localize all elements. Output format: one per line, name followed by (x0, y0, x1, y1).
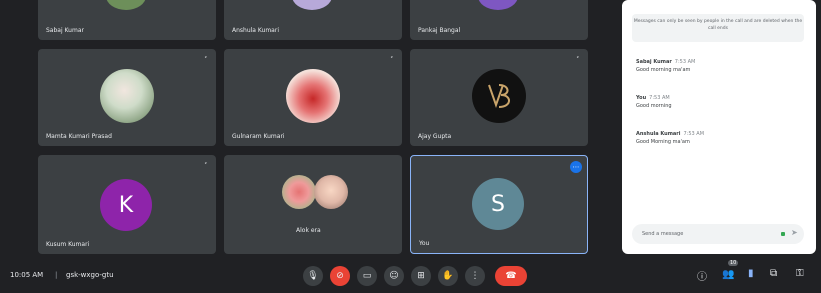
participant-name: Pankaj Bangal (418, 27, 461, 34)
participant-tile[interactable]: K ᶻ Kusum Kumari (38, 155, 216, 254)
participant-avatar (100, 69, 154, 123)
end-call-icon: ☎ (505, 271, 517, 281)
chat-input-placeholder: Send a message (642, 231, 684, 237)
message-sender: Anshula Kumari (636, 131, 681, 137)
participant-tile[interactable]: Alok era (224, 155, 402, 254)
chat-message-input[interactable]: Send a message ➤ (632, 224, 804, 244)
participant-name: Anshula Kumari (232, 27, 279, 34)
camera-toggle-button[interactable]: ⊘ (330, 266, 350, 286)
participant-tile[interactable]: Pankaj Bangal (410, 0, 588, 40)
participant-name: Kusum Kumari (46, 241, 90, 248)
participant-count-badge: 10 (728, 260, 739, 266)
participant-tile[interactable]: Anshula Kumari (224, 0, 402, 40)
meeting-code: gsk-wxgo-gtu (66, 271, 114, 279)
participant-name: Mamta Kumari Prasad (46, 133, 112, 140)
participant-avatar (478, 0, 518, 10)
participant-avatar: S (472, 178, 524, 230)
emoji-icon: ☺ (389, 271, 399, 281)
more-options-icon[interactable]: ⋯ (570, 161, 582, 173)
present-button[interactable]: ⊞ (411, 266, 431, 286)
participant-name: Gulnaram Kumari (232, 133, 285, 140)
participant-avatar (286, 69, 340, 123)
meeting-divider: | (55, 271, 58, 279)
participant-tile[interactable]: ᶻ Ajay Gupta (410, 49, 588, 146)
green-dot-icon (781, 232, 785, 236)
participant-avatar (106, 0, 146, 10)
mic-muted-icon: ᶻ (204, 161, 207, 168)
chat-message: Sabaj Kumar 7:53 AM Good morning ma'am (636, 58, 695, 74)
chat-notice: Messages can only be seen by people in t… (632, 14, 804, 42)
raise-hand-button[interactable]: ✋ (438, 266, 458, 286)
microphone-icon: 🎙 (307, 271, 319, 281)
send-icon[interactable]: ➤ (791, 228, 798, 237)
message-time: 7:53 AM (649, 95, 670, 101)
participant-tile[interactable]: ᶻ Mamta Kumari Prasad (38, 49, 216, 146)
more-options-button[interactable]: ⋮ (465, 266, 485, 286)
message-sender: Sabaj Kumar (636, 59, 672, 65)
meeting-info-icon[interactable]: ⓘ (697, 268, 707, 283)
participant-name: You (419, 240, 430, 247)
mic-toggle-button[interactable]: 🎙 (303, 266, 323, 286)
more-vert-icon: ⋮ (470, 271, 480, 281)
meeting-time: 10:05 AM (10, 271, 44, 279)
leave-call-button[interactable]: ☎ (495, 266, 527, 286)
avatar-initial: S (491, 191, 505, 217)
monogram-logo (488, 84, 510, 109)
participant-avatar (472, 69, 526, 123)
chat-panel: Messages can only be seen by people in t… (622, 0, 816, 254)
participant-name: Sabaj Kumar (46, 27, 84, 34)
participant-tile[interactable]: Sabaj Kumar (38, 0, 216, 40)
avatar-initial: K (118, 192, 134, 218)
participant-tile[interactable]: ᶻ Gulnaram Kumari (224, 49, 402, 146)
participant-avatar (292, 0, 332, 10)
captions-button[interactable]: ▭ (357, 266, 377, 286)
participant-avatar: K (100, 179, 152, 231)
participant-avatar (314, 175, 348, 209)
chat-message: Anshula Kumari 7:53 AM Good Morning ma'am (636, 130, 704, 146)
participant-name: Alok era (296, 227, 321, 234)
chat-message: You 7:53 AM Good morning (636, 94, 672, 110)
message-time: 7:53 AM (683, 131, 705, 137)
participant-tile-self[interactable]: S ⋯ You (410, 155, 588, 254)
mic-muted-icon: ᶻ (204, 55, 207, 62)
host-controls-icon[interactable]: ⚿ (796, 268, 804, 279)
people-button[interactable]: 👥 10 (718, 260, 739, 286)
captions-icon: ▭ (362, 271, 372, 281)
message-time: 7:53 AM (674, 59, 696, 65)
people-icon: 👥 (722, 269, 735, 280)
mic-muted-icon: ᶻ (390, 55, 393, 62)
hand-icon: ✋ (442, 271, 454, 281)
message-sender: You (636, 95, 647, 101)
activities-icon[interactable]: ⧉ (770, 268, 777, 279)
participant-avatar (282, 175, 316, 209)
message-text: Good morning (636, 103, 672, 109)
message-text: Good morning ma'am (636, 67, 691, 73)
camera-off-icon: ⊘ (336, 271, 344, 281)
participant-name: Ajay Gupta (418, 133, 452, 140)
reactions-button[interactable]: ☺ (384, 266, 404, 286)
message-text: Good Morning ma'am (636, 139, 690, 145)
present-screen-icon: ⊞ (417, 271, 425, 281)
mic-muted-icon: ᶻ (576, 55, 579, 62)
chat-icon[interactable]: ▮ (748, 268, 754, 279)
